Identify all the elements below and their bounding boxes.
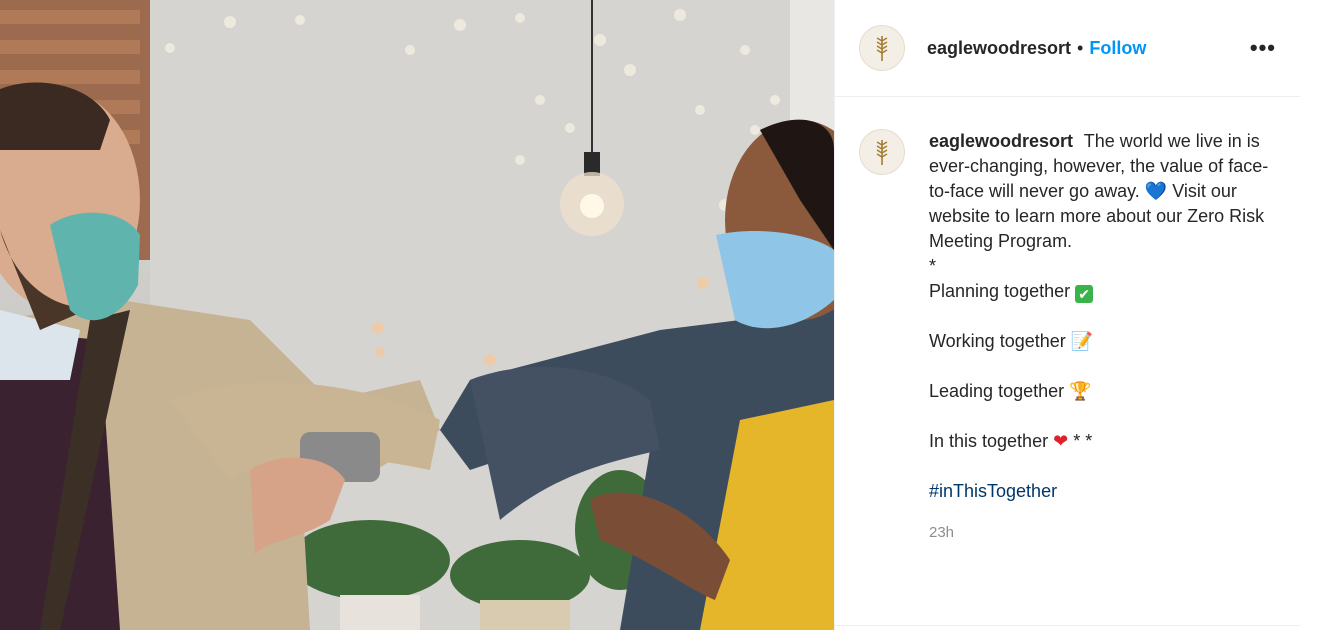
post-side-panel: eaglewoodresort • Follow ••• eaglewoodre…	[834, 0, 1334, 630]
caption-line-text: In this together	[929, 431, 1049, 451]
caption-row: eaglewoodresort The world we live in is …	[835, 97, 1334, 545]
caption-line: In this together ❤ * *	[929, 429, 1289, 454]
post-photo[interactable]	[0, 0, 834, 630]
caption-line-text: Working together	[929, 331, 1066, 351]
more-options-icon[interactable]: •••	[1250, 35, 1276, 61]
caption: eaglewoodresort The world we live in is …	[929, 129, 1289, 545]
caption-line: Working together 📝	[929, 329, 1289, 354]
check-mark-icon: ✔	[1075, 285, 1094, 303]
trophy-icon: 🏆	[1069, 381, 1092, 402]
instagram-post: eaglewoodresort • Follow ••• eaglewoodre…	[0, 0, 1334, 630]
caption-line-tail: * *	[1073, 431, 1093, 451]
caption-line: Leading together 🏆	[929, 379, 1289, 404]
memo-icon: 📝	[1070, 331, 1094, 352]
elbow-bump-illustration	[0, 0, 834, 630]
blue-heart-icon: 💙	[1144, 181, 1168, 202]
post-timestamp[interactable]: 23h	[929, 520, 1289, 545]
header-username[interactable]: eaglewoodresort	[927, 38, 1071, 59]
account-avatar[interactable]	[859, 25, 905, 71]
header-meta: eaglewoodresort • Follow	[927, 38, 1250, 59]
caption-avatar[interactable]	[859, 129, 905, 175]
hashtag-link[interactable]: #inThisTogether	[929, 479, 1289, 504]
caption-intro: eaglewoodresort The world we live in is …	[929, 129, 1289, 254]
post-header: eaglewoodresort • Follow •••	[835, 0, 1300, 97]
wheat-logo-icon	[876, 140, 888, 165]
caption-username[interactable]: eaglewoodresort	[929, 131, 1073, 151]
follow-button[interactable]: Follow	[1089, 38, 1146, 59]
header-separator: •	[1077, 37, 1084, 58]
wheat-logo-icon	[876, 36, 888, 61]
panel-divider	[835, 625, 1300, 626]
caption-asterisk: *	[929, 256, 937, 276]
caption-line: Planning together ✔	[929, 279, 1289, 304]
caption-line-text: Planning together	[929, 281, 1071, 301]
red-heart-icon: ❤	[1053, 431, 1069, 452]
caption-line-text: Leading together	[929, 381, 1065, 401]
